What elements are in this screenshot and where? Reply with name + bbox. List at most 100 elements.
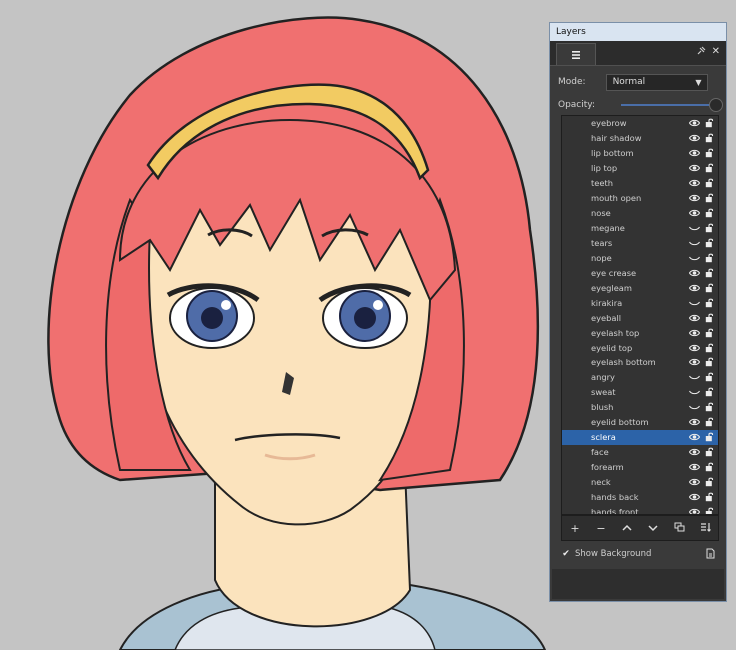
unlock-icon[interactable]	[704, 178, 714, 188]
eye-icon[interactable]	[688, 358, 700, 366]
eye-icon[interactable]	[688, 493, 700, 501]
unlock-icon[interactable]	[704, 238, 714, 248]
unlock-icon[interactable]	[704, 313, 714, 323]
move-layer-up-button[interactable]	[618, 520, 636, 536]
unlock-icon[interactable]	[704, 328, 714, 338]
eye-icon[interactable]	[688, 314, 700, 322]
layer-row[interactable]: angry	[562, 370, 718, 385]
eye-closed-icon[interactable]	[688, 388, 700, 396]
layer-row[interactable]: teeth	[562, 176, 718, 191]
unlock-icon[interactable]	[704, 477, 714, 487]
opacity-slider-handle[interactable]	[709, 98, 723, 112]
sort-layers-button[interactable]	[696, 520, 714, 536]
close-icon[interactable]: ✕	[712, 46, 720, 59]
document-icon[interactable]	[706, 548, 715, 562]
eye-icon[interactable]	[688, 478, 700, 486]
unlock-icon[interactable]	[704, 268, 714, 278]
eye-icon[interactable]	[688, 344, 700, 352]
layer-row[interactable]: face	[562, 445, 718, 460]
layer-row[interactable]: hands back	[562, 489, 718, 504]
layer-row[interactable]: neck	[562, 475, 718, 490]
move-layer-down-button[interactable]	[644, 520, 662, 536]
unlock-icon[interactable]	[704, 372, 714, 382]
layer-row[interactable]: sclera	[562, 429, 718, 445]
eye-icon[interactable]	[688, 284, 700, 292]
eye-closed-icon[interactable]	[688, 299, 700, 307]
layer-row[interactable]: nope	[562, 250, 718, 265]
unlock-icon[interactable]	[704, 492, 714, 502]
eye-icon[interactable]	[688, 194, 700, 202]
eye-icon[interactable]	[688, 448, 700, 456]
layer-row[interactable]: eyebrow	[562, 116, 718, 131]
eye-closed-icon[interactable]	[688, 373, 700, 381]
layer-row[interactable]: eye crease	[562, 265, 718, 280]
eye-icon[interactable]	[688, 433, 700, 441]
show-background-checkbox[interactable]: ✔	[561, 549, 571, 559]
layer-row[interactable]: kirakira	[562, 295, 718, 310]
remove-layer-button[interactable]: −	[592, 520, 610, 536]
layer-row[interactable]: lip top	[562, 161, 718, 176]
eye-icon[interactable]	[688, 134, 700, 142]
unlock-icon[interactable]	[704, 357, 714, 367]
layer-row[interactable]: eyelash top	[562, 325, 718, 340]
eye-icon[interactable]	[688, 463, 700, 471]
layer-row[interactable]: blush	[562, 400, 718, 415]
pin-icon[interactable]	[696, 46, 706, 59]
layer-row[interactable]: megane	[562, 221, 718, 236]
unlock-icon[interactable]	[704, 507, 714, 514]
unlock-icon[interactable]	[704, 447, 714, 457]
opacity-slider[interactable]	[621, 98, 723, 112]
unlock-icon[interactable]	[704, 462, 714, 472]
add-layer-button[interactable]: +	[566, 520, 584, 536]
unlock-icon[interactable]	[704, 118, 714, 128]
eye-icon[interactable]	[688, 179, 700, 187]
layer-row[interactable]: hands front	[562, 504, 718, 514]
unlock-icon[interactable]	[704, 133, 714, 143]
layer-row[interactable]: tears	[562, 236, 718, 251]
eye-icon[interactable]	[688, 209, 700, 217]
unlock-icon[interactable]	[704, 402, 714, 412]
mode-dropdown[interactable]: Normal ▼	[605, 73, 708, 91]
layer-row[interactable]: eyelid bottom	[562, 415, 718, 430]
unlock-icon[interactable]	[704, 163, 714, 173]
eye-icon[interactable]	[688, 418, 700, 426]
layer-row[interactable]: eyelash bottom	[562, 355, 718, 370]
layer-row[interactable]: eyelid top	[562, 340, 718, 355]
unlock-icon[interactable]	[704, 193, 714, 203]
duplicate-layer-button[interactable]	[670, 520, 688, 536]
unlock-icon[interactable]	[704, 298, 714, 308]
eye-icon[interactable]	[688, 329, 700, 337]
layer-list[interactable]: eyebrow hair shadow lip bottom lip top teeth…	[561, 115, 719, 515]
layer-row[interactable]: nose	[562, 206, 718, 221]
tab-layers[interactable]	[556, 43, 596, 65]
unlock-icon[interactable]	[704, 148, 714, 158]
unlock-icon[interactable]	[704, 343, 714, 353]
unlock-icon[interactable]	[704, 283, 714, 293]
layer-row[interactable]: mouth open	[562, 191, 718, 206]
unlock-icon[interactable]	[704, 253, 714, 263]
eye-icon[interactable]	[688, 164, 700, 172]
unlock-icon[interactable]	[704, 417, 714, 427]
layer-row[interactable]: forearm	[562, 460, 718, 475]
eye-closed-icon[interactable]	[688, 224, 700, 232]
layer-name: teeth	[591, 178, 613, 189]
eye-closed-icon[interactable]	[688, 239, 700, 247]
eye-icon[interactable]	[688, 149, 700, 157]
eye-icon[interactable]	[688, 269, 700, 277]
layer-row[interactable]: eyeball	[562, 310, 718, 325]
layer-name: sclera	[591, 432, 616, 443]
layer-row[interactable]: sweat	[562, 385, 718, 400]
eye-icon[interactable]	[688, 508, 700, 514]
eye-icon[interactable]	[688, 119, 700, 127]
eye-closed-icon[interactable]	[688, 254, 700, 262]
unlock-icon[interactable]	[704, 432, 714, 442]
character-illustration	[47, 16, 547, 650]
unlock-icon[interactable]	[704, 208, 714, 218]
layer-row[interactable]: hair shadow	[562, 131, 718, 146]
unlock-icon[interactable]	[704, 387, 714, 397]
unlock-icon[interactable]	[704, 223, 714, 233]
layer-row[interactable]: eyegleam	[562, 280, 718, 295]
layer-name: kirakira	[591, 297, 623, 308]
layer-row[interactable]: lip bottom	[562, 146, 718, 161]
eye-closed-icon[interactable]	[688, 403, 700, 411]
